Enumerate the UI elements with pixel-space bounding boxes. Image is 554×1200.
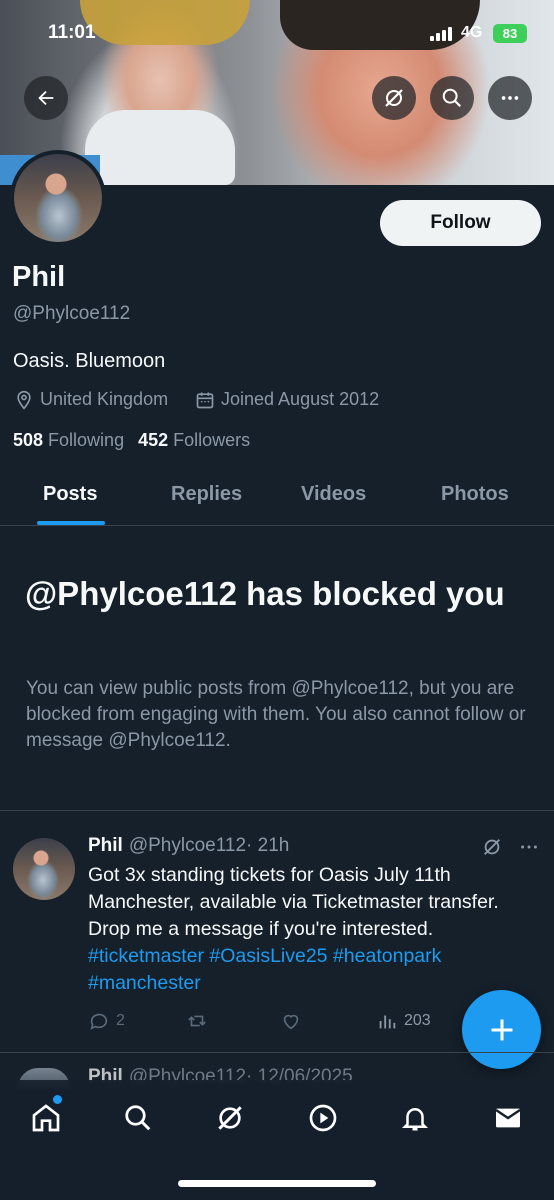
following-link[interactable]: 508 Following [13, 430, 124, 451]
grok-icon [385, 89, 403, 107]
back-button[interactable] [24, 76, 68, 120]
followers-link[interactable]: 452 Followers [138, 430, 250, 451]
followers-label: Followers [173, 430, 251, 450]
profile-avatar[interactable] [10, 150, 106, 246]
heart-icon [283, 1014, 299, 1030]
hashtag-link[interactable]: #OasisLive25 [209, 945, 327, 967]
post-time: · 21h [246, 835, 290, 856]
grok-icon [484, 839, 500, 855]
reply-button[interactable]: 2 [88, 1010, 125, 1032]
status-bar: 11:01 4G 83 [0, 22, 554, 48]
profile-tabs: Posts Replies Videos Photos [0, 470, 554, 526]
battery-icon: 83 [493, 24, 527, 43]
status-time: 11:01 [48, 22, 96, 43]
post-grok-button[interactable] [481, 836, 503, 863]
follow-button[interactable]: Follow [380, 200, 541, 246]
nav-home[interactable] [28, 1100, 64, 1136]
post-author[interactable]: Phil [88, 835, 123, 856]
search-icon [125, 1105, 151, 1131]
blocked-title: @Phylcoe112 has blocked you [25, 575, 505, 612]
back-arrow-icon [38, 90, 54, 106]
more-icon [501, 96, 519, 100]
post-header: Phil @Phylcoe112· 21h [88, 835, 289, 857]
tab-videos[interactable]: Videos [301, 483, 366, 506]
views-count: 203 [404, 1012, 431, 1029]
repost-button[interactable] [186, 1010, 208, 1032]
profile-handle: @Phylcoe112 [13, 303, 131, 324]
post-text: Got 3x standing tickets for Oasis July 1… [88, 862, 508, 997]
calendar-icon [196, 392, 214, 408]
tab-replies[interactable]: Replies [171, 483, 242, 506]
nav-video[interactable] [305, 1100, 341, 1136]
grok-icon [218, 1106, 242, 1130]
profile-stats: 508 Following 452 Followers [13, 430, 250, 451]
signal-icon [430, 27, 454, 41]
views-icon [379, 1015, 396, 1029]
divider [0, 1052, 554, 1053]
home-icon [32, 1104, 60, 1132]
compose-button[interactable] [462, 990, 541, 1069]
hashtag-link[interactable]: #ticketmaster [88, 945, 204, 967]
blocked-description: You can view public posts from @Phylcoe1… [26, 678, 526, 751]
joined-text: Joined August 2012 [221, 389, 380, 409]
divider [0, 810, 554, 811]
profile-joined: Joined August 2012 [195, 389, 379, 410]
mail-icon [495, 1108, 521, 1128]
profile-location: United Kingdom [14, 389, 168, 410]
search-icon [442, 88, 462, 108]
location-text: United Kingdom [40, 389, 169, 409]
nav-notifications[interactable] [397, 1100, 433, 1136]
home-indicator [178, 1180, 376, 1187]
tab-photos[interactable]: Photos [441, 483, 509, 506]
profile-name: Phil [12, 261, 66, 293]
repost-icon [188, 1015, 206, 1027]
more-icon [521, 845, 537, 849]
reply-icon [90, 1013, 108, 1030]
post-more-button[interactable] [518, 836, 540, 863]
location-pin-icon [17, 390, 31, 410]
post-actions: 2 203 [88, 1010, 448, 1036]
following-label: Following [48, 430, 125, 450]
tab-indicator [37, 521, 105, 525]
tab-posts[interactable]: Posts [43, 483, 97, 506]
bottom-nav [0, 1080, 554, 1200]
following-count: 508 [13, 430, 44, 450]
plus-icon [491, 1019, 512, 1040]
network-label: 4G [461, 24, 483, 41]
post-body: Got 3x standing tickets for Oasis July 1… [88, 864, 499, 940]
post-handle: @Phylcoe112 [128, 835, 247, 856]
like-button[interactable] [280, 1010, 302, 1032]
hashtag-link[interactable]: #heatonpark [333, 945, 441, 967]
nav-grok[interactable] [212, 1100, 248, 1136]
hashtag-link[interactable]: #manchester [88, 972, 201, 994]
notification-dot [53, 1095, 62, 1104]
banner-beard [85, 110, 235, 185]
nav-messages[interactable] [490, 1100, 526, 1136]
views-button[interactable]: 203 [376, 1010, 431, 1032]
profile-bio: Oasis. Bluemoon [13, 350, 166, 372]
play-icon [309, 1104, 337, 1132]
post-avatar[interactable] [13, 838, 75, 900]
grok-button[interactable] [372, 76, 416, 120]
reply-count: 2 [116, 1012, 125, 1029]
followers-count: 452 [138, 430, 169, 450]
bell-icon [401, 1108, 429, 1131]
search-button[interactable] [430, 76, 474, 120]
more-button[interactable] [488, 76, 532, 120]
nav-search[interactable] [120, 1100, 156, 1136]
